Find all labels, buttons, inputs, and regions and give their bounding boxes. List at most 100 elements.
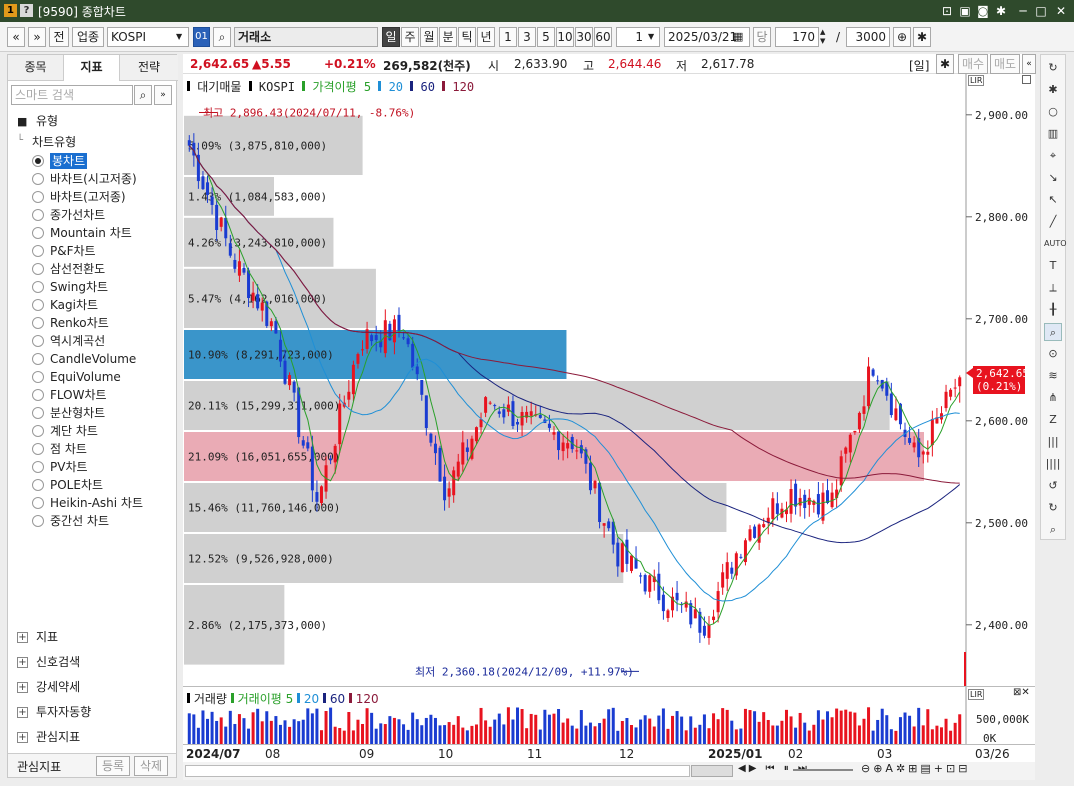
gear-icon[interactable]: ✱ <box>913 27 931 47</box>
sell-button[interactable]: 매도 <box>990 54 1020 74</box>
indicator-group[interactable]: 관심지표 <box>36 729 80 745</box>
chart-type-option[interactable]: Mountain 차트 <box>50 225 132 241</box>
period-day[interactable]: 일 <box>382 27 400 47</box>
sector-button[interactable]: 업종 <box>72 27 104 47</box>
legend-ma60[interactable]: 60 <box>420 80 434 94</box>
auto-trend-icon[interactable]: AUTO <box>1044 235 1067 253</box>
chart-type-option[interactable]: 바차트(고저종) <box>50 189 126 205</box>
chart-type-radio[interactable] <box>32 479 44 491</box>
legend-kospi[interactable]: KOSPI <box>259 80 295 94</box>
undo-icon[interactable]: ↺ <box>1044 477 1062 495</box>
camera-icon[interactable]: ◙ <box>974 2 992 20</box>
expand-group-icon[interactable]: + <box>17 707 28 718</box>
chart-type-option[interactable]: Heikin-Ashi 차트 <box>50 495 143 511</box>
volume-chart[interactable]: 500,000K 0K 거래량 거래이평 5 20 60 120 LIR ⊠✕ <box>183 686 1035 745</box>
period-month[interactable]: 월 <box>420 27 438 47</box>
expand-group-icon[interactable]: + <box>17 657 28 668</box>
chevron-down-icon[interactable]: ▼ <box>176 32 182 41</box>
search-icon[interactable]: ⌕ <box>134 85 152 105</box>
speed-slider[interactable] <box>793 769 853 771</box>
zoom-controls[interactable]: ⊖⊕A✲⊞▤+⊡⊟ <box>861 762 970 775</box>
maximize-icon[interactable]: □ <box>1032 2 1050 20</box>
collapse-icon[interactable]: « <box>1022 54 1036 74</box>
line-icon[interactable]: ╱ <box>1044 213 1062 231</box>
calendar-icon[interactable]: ▦ <box>733 30 743 43</box>
scroll-track[interactable] <box>185 765 690 777</box>
dropdown-button[interactable]: » <box>28 27 46 47</box>
chart-type-radio[interactable] <box>32 281 44 293</box>
chart-type-option[interactable]: 종가선차트 <box>50 207 105 223</box>
delete-button[interactable]: 삭제 <box>134 756 168 776</box>
current-button[interactable]: 당 <box>753 27 771 47</box>
chart-type-option[interactable]: 점 차트 <box>50 441 87 457</box>
gear-icon[interactable]: ✱ <box>1044 81 1062 99</box>
legend-ma20[interactable]: 20 <box>389 80 403 94</box>
indicator-group[interactable]: 지표 <box>36 629 58 645</box>
legend-vol-ma5[interactable]: 거래이평 5 <box>238 692 294 706</box>
chart-type-option[interactable]: CandleVolume <box>50 351 136 367</box>
tab-stocks[interactable]: 종목 <box>8 55 64 81</box>
total-input[interactable]: 3000 <box>846 27 890 47</box>
bars-input[interactable]: 170 <box>775 27 819 47</box>
chart-type-option[interactable]: 중간선 차트 <box>50 513 109 529</box>
zigzag-icon[interactable]: Z <box>1044 411 1062 429</box>
refresh-icon[interactable]: ↻ <box>1044 59 1062 77</box>
chart-type-radio[interactable] <box>32 209 44 221</box>
legend-volume[interactable]: 거래량 <box>194 692 227 706</box>
ruler-icon[interactable]: ⟂ <box>1044 279 1062 297</box>
chart-type-radio[interactable] <box>32 263 44 275</box>
search-icon[interactable]: ⌕ <box>1044 521 1062 539</box>
chart-type-radio[interactable] <box>32 443 44 455</box>
settings-icon[interactable]: ✱ <box>992 2 1010 20</box>
indicator-group[interactable]: 강세약세 <box>36 679 80 695</box>
legend-vol-ma60[interactable]: 60 <box>330 692 345 706</box>
chart-type-option[interactable]: Kagi차트 <box>50 297 98 313</box>
chevron-down-icon[interactable]: ▼ <box>648 32 654 41</box>
chart-scrollbar[interactable]: ◀▶ ⏮ ⏸ ⏭ ⊖⊕A✲⊞▤+⊡⊟ <box>183 762 1035 780</box>
code-button[interactable]: 01 <box>193 27 210 47</box>
chart-type-option[interactable]: 분산형차트 <box>50 405 105 421</box>
chart-type-radio[interactable] <box>32 389 44 401</box>
fibonacci-icon[interactable]: ≋ <box>1044 367 1062 385</box>
prev-button[interactable]: 전 <box>49 27 69 47</box>
minute-60[interactable]: 60 <box>594 27 612 47</box>
chart-type-option[interactable]: EquiVolume <box>50 369 121 385</box>
chart-type-option[interactable]: 계단 차트 <box>50 423 98 439</box>
help-icon[interactable]: ? <box>20 4 33 17</box>
chart-type-option[interactable]: P&F차트 <box>50 243 96 259</box>
scale-lock-icon[interactable]: LIR <box>968 75 985 86</box>
minute-5[interactable]: 5 <box>537 27 555 47</box>
close-icon[interactable]: ✕ <box>1052 2 1070 20</box>
chart-type-radio[interactable] <box>32 245 44 257</box>
minute-30[interactable]: 30 <box>575 27 593 47</box>
minimize-icon[interactable]: ─ <box>1014 2 1032 20</box>
fan-icon[interactable]: ⋔ <box>1044 389 1062 407</box>
maximize-pane-icon[interactable] <box>1022 75 1031 84</box>
chart-type-radio[interactable] <box>32 227 44 239</box>
chart-type-option[interactable]: Swing차트 <box>50 279 108 295</box>
legend-vol-ma120[interactable]: 120 <box>356 692 379 706</box>
chart-type-option[interactable]: 봉차트 <box>50 153 88 169</box>
magnifier-icon[interactable]: ⌕ <box>1044 323 1062 341</box>
chart-type-radio[interactable] <box>32 299 44 311</box>
expand-icon[interactable]: » <box>154 85 172 105</box>
grid-lines-icon[interactable]: |||| <box>1044 455 1062 473</box>
tab-indicators[interactable]: 지표 <box>64 55 120 81</box>
chart-type-radio[interactable] <box>32 335 44 347</box>
chart-type-radio[interactable] <box>32 371 44 383</box>
legend-ma5[interactable]: 가격이평 5 <box>312 80 371 94</box>
period-minute[interactable]: 분 <box>439 27 457 47</box>
minute-1[interactable]: 1 <box>499 27 517 47</box>
chart-type-radio[interactable] <box>32 317 44 329</box>
minute-10[interactable]: 10 <box>556 27 574 47</box>
chart-type-option[interactable]: 역시계곡선 <box>50 333 105 349</box>
period-week[interactable]: 주 <box>401 27 419 47</box>
trend-arrow-icon[interactable]: ↘ <box>1044 169 1062 187</box>
chart-type-radio[interactable] <box>32 173 44 185</box>
chart-type-radio[interactable] <box>32 461 44 473</box>
section-type[interactable]: 유형 <box>36 113 58 129</box>
save-icon[interactable]: ▣ <box>956 2 974 20</box>
spinner-icon[interactable]: ▲ ▼ <box>820 28 825 46</box>
candle-icon[interactable]: ╂ <box>1044 301 1062 319</box>
chart-type-radio[interactable] <box>32 515 44 527</box>
